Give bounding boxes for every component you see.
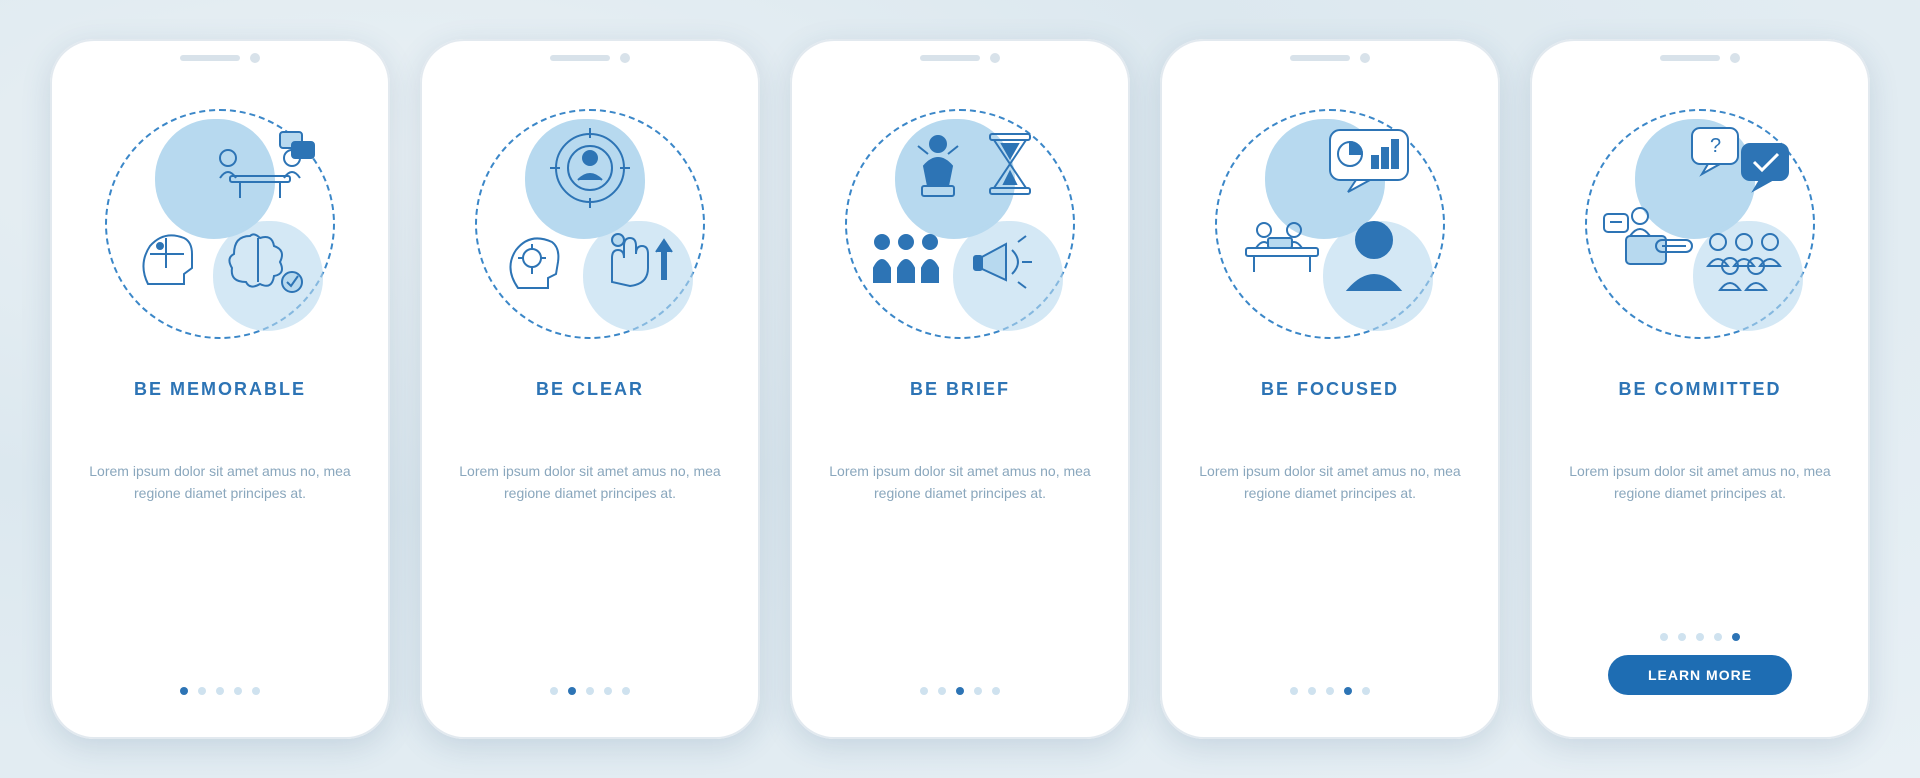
dot-3[interactable] [1696,633,1704,641]
dot-5[interactable] [252,687,260,695]
onboarding-screen-5: ? BE COMMITTED Lorem ipsum dolo [1530,39,1870,739]
dot-5[interactable] [1732,633,1740,641]
brief-icon [845,109,1075,339]
dot-4[interactable] [1344,687,1352,695]
screen-title: BE MEMORABLE [134,379,306,400]
dot-4[interactable] [234,687,242,695]
dot-3[interactable] [586,687,594,695]
svg-text:?: ? [1710,135,1721,157]
screen-title: BE COMMITTED [1619,379,1782,400]
committed-icon: ? [1585,109,1815,339]
dot-2[interactable] [1678,633,1686,641]
dot-1[interactable] [550,687,558,695]
phone-notch [180,53,260,63]
screen-description: Lorem ipsum dolor sit amet amus no, mea … [1184,460,1476,505]
dot-5[interactable] [1362,687,1370,695]
screen-description: Lorem ipsum dolor sit amet amus no, mea … [1554,460,1846,505]
dot-1[interactable] [1660,633,1668,641]
memorable-icon [105,109,335,339]
dot-2[interactable] [198,687,206,695]
screen-description: Lorem ipsum dolor sit amet amus no, mea … [74,460,366,505]
phone-notch [1660,53,1740,63]
dot-5[interactable] [992,687,1000,695]
dot-4[interactable] [974,687,982,695]
dot-2[interactable] [1308,687,1316,695]
pagination-dots[interactable] [180,687,260,695]
onboarding-screen-1: BE MEMORABLE Lorem ipsum dolor sit amet … [50,39,390,739]
phone-notch [920,53,1000,63]
pagination-dots[interactable] [1660,633,1740,641]
focused-icon [1215,109,1445,339]
onboarding-screen-2: BE CLEAR Lorem ipsum dolor sit amet amus… [420,39,760,739]
screen-title: BE FOCUSED [1261,379,1399,400]
dot-1[interactable] [1290,687,1298,695]
learn-more-button[interactable]: LEARN MORE [1608,655,1792,695]
pagination-dots[interactable] [1290,687,1370,695]
dot-2[interactable] [938,687,946,695]
dot-3[interactable] [956,687,964,695]
pagination-dots[interactable] [920,687,1000,695]
screen-title: BE BRIEF [910,379,1010,400]
dot-3[interactable] [1326,687,1334,695]
onboarding-screen-4: BE FOCUSED Lorem ipsum dolor sit amet am… [1160,39,1500,739]
dot-4[interactable] [604,687,612,695]
dot-4[interactable] [1714,633,1722,641]
phone-notch [1290,53,1370,63]
dot-1[interactable] [180,687,188,695]
clear-icon [475,109,705,339]
screen-title: BE CLEAR [536,379,644,400]
screen-description: Lorem ipsum dolor sit amet amus no, mea … [444,460,736,505]
pagination-dots[interactable] [550,687,630,695]
dot-5[interactable] [622,687,630,695]
dot-2[interactable] [568,687,576,695]
onboarding-screen-3: BE BRIEF Lorem ipsum dolor sit amet amus… [790,39,1130,739]
dot-1[interactable] [920,687,928,695]
dot-3[interactable] [216,687,224,695]
phone-notch [550,53,630,63]
screen-description: Lorem ipsum dolor sit amet amus no, mea … [814,460,1106,505]
